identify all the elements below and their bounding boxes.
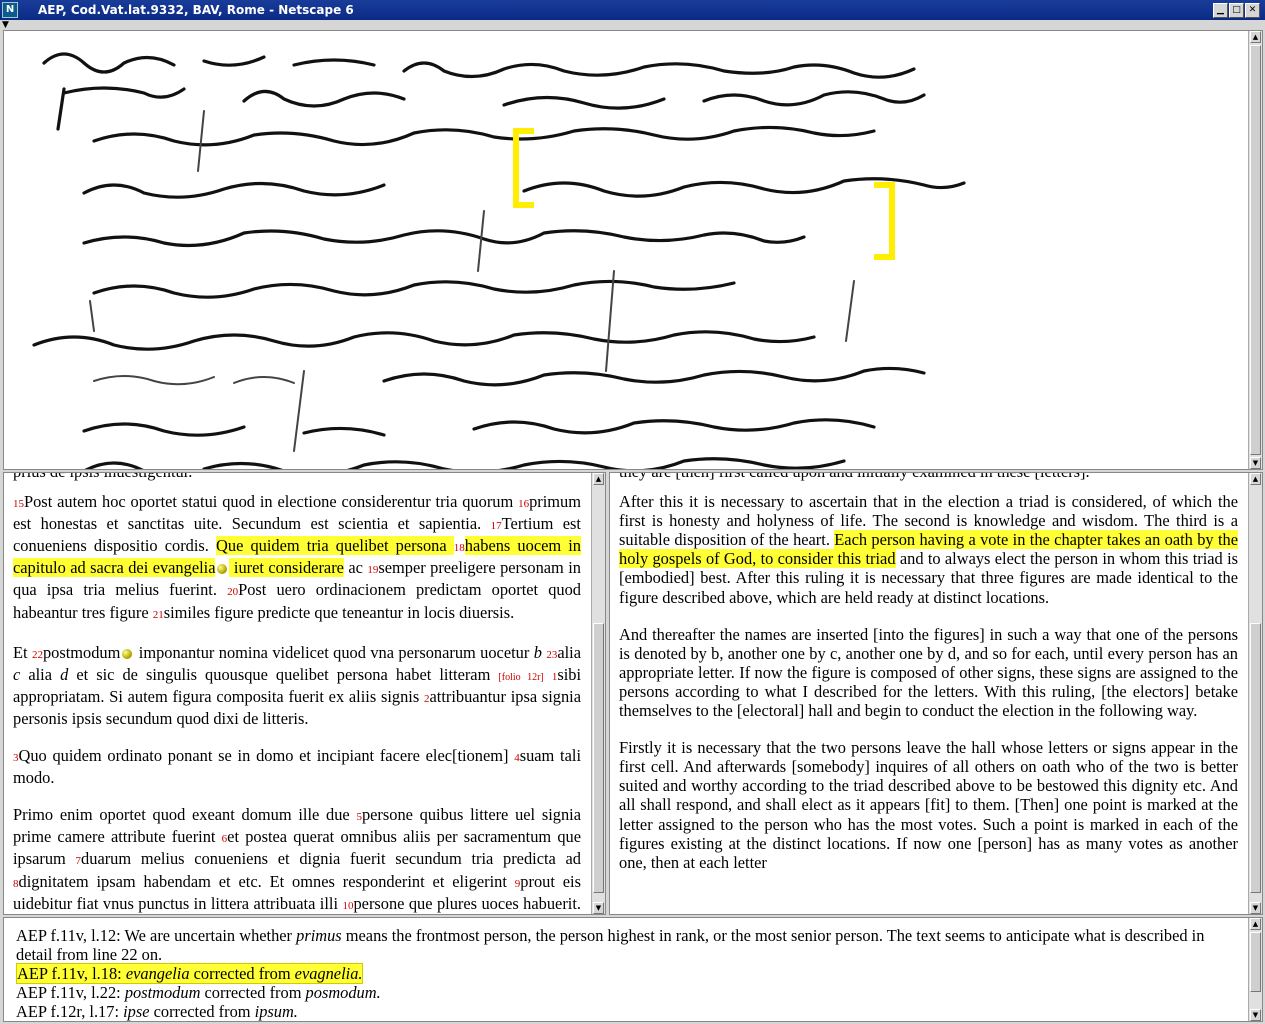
note-term: ipsum. <box>254 1002 298 1021</box>
scrollbar-thumb[interactable] <box>1250 45 1261 455</box>
highlighted-note: AEP f.11v, l.18: evangelia corrected fro… <box>16 963 364 984</box>
manuscript-frame: ▲ ▼ <box>3 30 1263 470</box>
latin-text: duarum melius conueniens et dignia fueri… <box>81 849 582 869</box>
english-paragraph-3: Firstly it is necessary that the two per… <box>619 738 1238 872</box>
note-reference: AEP f.11v, l.22: <box>16 983 121 1002</box>
latin-text: dignitatem ipsam habendam et etc. Et omn… <box>18 871 515 891</box>
note-text: corrected from <box>200 983 306 1002</box>
note-item[interactable]: AEP f.11v, l.22: postmodum corrected fro… <box>16 983 1235 1002</box>
latin-text <box>544 665 552 684</box>
note-term: ipse <box>123 1002 150 1021</box>
line-number: 20 <box>227 586 239 599</box>
manuscript-scrollbar[interactable]: ▲ ▼ <box>1248 31 1262 469</box>
window-title: AEP, Cod.Vat.lat.9332, BAV, Rome - Netsc… <box>38 3 354 17</box>
latin-text: imponantur nomina videlicet quod vna per… <box>134 642 534 662</box>
latin-transcription-frame: prius de ipsis inuestigentur. 15Post aut… <box>3 472 606 915</box>
line-number: 16 <box>518 498 530 511</box>
note-term: primus <box>296 926 342 945</box>
latin-text: ac <box>343 558 368 578</box>
latin-text: similes figure predicte que teneantur in… <box>163 602 515 622</box>
notes-scrollbar[interactable]: ▲ ▼ <box>1248 918 1262 1021</box>
latin-paragraph-3: 3Quo quidem ordinato ponant se in domo e… <box>13 746 581 787</box>
latin-text: Quo quidem ordinato ponant se in domo et… <box>18 746 515 766</box>
note-text: corrected from <box>189 964 295 983</box>
line-number: 22 <box>31 648 43 661</box>
note-item[interactable]: AEP f.11v, l.12: We are uncertain whethe… <box>16 926 1235 964</box>
scroll-up-icon[interactable]: ▲ <box>1250 918 1261 930</box>
notes-frame: AEP f.11v, l.12: We are uncertain whethe… <box>3 917 1263 1022</box>
note-text: We are uncertain whether <box>120 926 297 945</box>
manuscript-image <box>4 31 1249 469</box>
note-term: postmodum <box>124 983 201 1002</box>
latin-paragraph-4: Primo enim oportet quod exeant domum ill… <box>13 805 582 914</box>
maximize-button[interactable]: □ <box>1229 3 1244 18</box>
latin-paragraph-1: 15Post autem hoc oportet statui quod in … <box>13 492 581 625</box>
line-number: 18 <box>453 542 465 555</box>
english-scrollbar[interactable]: ▲ ▼ <box>1248 473 1262 914</box>
scrollbar-thumb[interactable] <box>1250 623 1261 893</box>
line-number: 17 <box>490 520 502 533</box>
line-number: 21 <box>152 608 164 621</box>
window-titlebar: N AEP, Cod.Vat.lat.9332, BAV, Rome - Net… <box>0 0 1265 20</box>
scroll-down-icon[interactable]: ▼ <box>1250 902 1261 914</box>
english-paragraph-1: After this it is necessary to ascertain … <box>619 492 1239 607</box>
menu-toggle-icon[interactable]: ▼ <box>2 20 14 30</box>
line-number: 19 <box>367 564 379 577</box>
minimize-button[interactable]: ▁ <box>1213 3 1228 18</box>
latin-text: postmodum <box>42 642 121 662</box>
note-term: posmodum. <box>305 983 381 1002</box>
scrollbar-thumb[interactable] <box>1250 932 1261 992</box>
note-marker-icon[interactable] <box>217 564 228 575</box>
english-paragraph-2: And thereafter the names are inserted [i… <box>619 624 1238 721</box>
latin-transcription: prius de ipsis inuestigentur. 15Post aut… <box>4 473 590 914</box>
highlighted-passage: Que quidem tria quelibet persona <box>216 536 454 556</box>
note-term: evangelia <box>125 964 190 983</box>
note-reference: AEP f.11v, l.18: <box>17 964 122 983</box>
note-item-selected[interactable]: AEP f.11v, l.18: evangelia corrected fro… <box>16 963 1235 984</box>
english-translation: they are [then] first called upon and in… <box>610 473 1247 914</box>
line-number: 10 <box>342 899 354 912</box>
note-text: corrected from <box>149 1002 255 1021</box>
latin-text: et sic de singulis quousque quelibet per… <box>68 664 499 684</box>
english-top-line: they are [then] first called upon and in… <box>619 473 1238 481</box>
scroll-down-icon[interactable]: ▼ <box>1250 457 1261 469</box>
latin-text: Post autem hoc oportet statui quod in el… <box>24 492 519 512</box>
latin-scrollbar[interactable]: ▲ ▼ <box>591 473 605 914</box>
note-item[interactable]: AEP f.12r, l.17: ipse corrected from ips… <box>16 1002 1235 1021</box>
latin-text: alia <box>20 664 61 684</box>
notes-list: AEP f.11v, l.12: We are uncertain whethe… <box>4 918 1247 1021</box>
scroll-down-icon[interactable]: ▼ <box>1250 1009 1261 1021</box>
english-translation-frame: they are [then] first called upon and in… <box>609 472 1263 915</box>
line-number: 15 <box>13 498 24 511</box>
latin-text: alia <box>557 642 581 662</box>
scroll-down-icon[interactable]: ▼ <box>593 902 604 914</box>
note-marker-icon[interactable] <box>122 648 133 659</box>
scroll-up-icon[interactable]: ▲ <box>1250 31 1261 43</box>
latin-paragraph-2: Et 22postmodum imponantur nomina videlic… <box>13 643 581 728</box>
line-number: 23 <box>546 648 558 661</box>
latin-text: Et <box>13 642 32 662</box>
letter-label: b <box>533 642 542 662</box>
note-term: evagnelia. <box>294 964 363 983</box>
highlighted-passage: iuret considerare <box>229 558 344 578</box>
close-button[interactable]: ✕ <box>1245 3 1260 18</box>
note-reference: AEP f.11v, l.12: <box>16 926 121 945</box>
scrollbar-thumb[interactable] <box>593 623 604 893</box>
latin-top-line: prius de ipsis inuestigentur. <box>13 473 581 481</box>
scroll-up-icon[interactable]: ▲ <box>593 473 604 485</box>
note-reference: AEP f.12r, l.17: <box>16 1002 119 1021</box>
netscape-app-icon[interactable]: N <box>2 2 18 18</box>
folio-marker: [folio 12r] <box>498 671 544 683</box>
scroll-up-icon[interactable]: ▲ <box>1250 473 1261 485</box>
latin-text: Primo enim oportet quod exeant domum ill… <box>13 805 357 825</box>
